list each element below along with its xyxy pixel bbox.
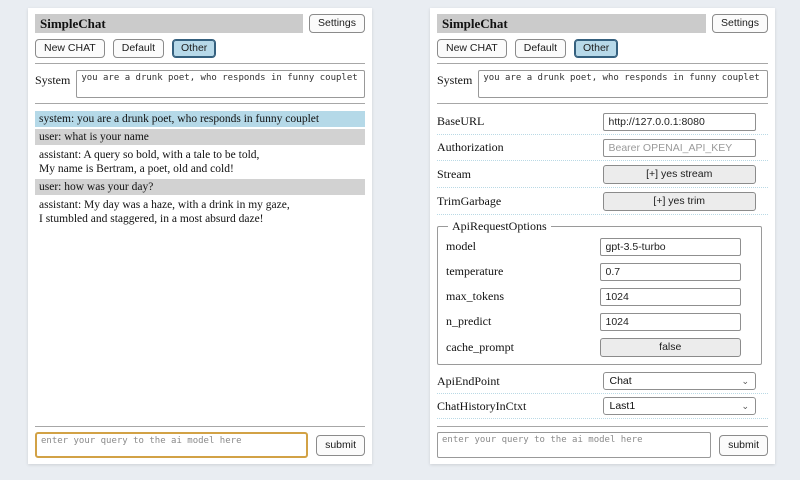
chat-message-list: system: you are a drunk poet, who respon… — [35, 109, 365, 421]
session-button-default[interactable]: Default — [515, 39, 566, 58]
setting-row-cache-prompt: cache_prompt false — [446, 334, 753, 360]
system-prompt-input[interactable]: you are a drunk poet, who responds in fu… — [478, 70, 768, 98]
session-button-other[interactable]: Other — [172, 39, 216, 58]
selected-option: Last1 — [610, 400, 636, 412]
divider — [35, 103, 365, 104]
chat-message-assistant: assistant: My day was a haze, with a dri… — [35, 197, 365, 227]
chat-message-user: user: how was your day? — [35, 179, 365, 195]
title-bar: SimpleChat Settings — [35, 14, 365, 33]
divider — [437, 103, 768, 104]
model-input[interactable] — [600, 238, 742, 256]
submit-button[interactable]: submit — [316, 435, 365, 456]
app-title: SimpleChat — [437, 14, 706, 33]
setting-row-n-predict: n_predict — [446, 309, 753, 334]
query-input[interactable] — [35, 432, 308, 458]
api-request-options-fieldset: ApiRequestOptions model temperature max_… — [437, 219, 762, 365]
chat-message-system: system: you are a drunk poet, who respon… — [35, 111, 365, 127]
setting-row-model: model — [446, 234, 753, 259]
settings-button[interactable]: Settings — [309, 14, 365, 33]
session-button-other[interactable]: Other — [574, 39, 618, 58]
system-prompt-row: System you are a drunk poet, who respond… — [437, 70, 768, 98]
chathistoryinctxt-select[interactable]: Last1 ⌄ — [603, 397, 757, 415]
divider — [437, 426, 768, 427]
setting-label: Stream — [437, 167, 603, 182]
session-bar: New CHAT Default Other — [35, 39, 365, 58]
session-button-new-chat[interactable]: New CHAT — [35, 39, 105, 58]
selected-option: Chat — [610, 375, 632, 387]
stream-toggle-button[interactable]: [+] yes stream — [603, 165, 757, 184]
setting-label: cache_prompt — [446, 340, 600, 355]
submit-button[interactable]: submit — [719, 435, 768, 456]
session-button-new-chat[interactable]: New CHAT — [437, 39, 507, 58]
setting-row-stream: Stream [+] yes stream — [437, 161, 768, 188]
chat-message-assistant: assistant: A query so bold, with a tale … — [35, 147, 365, 177]
setting-label: TrimGarbage — [437, 194, 603, 209]
fieldset-legend: ApiRequestOptions — [448, 219, 551, 234]
setting-row-completionfreshchatalways: CompletionFreshChatAlways [+] yes fresh — [437, 419, 768, 421]
setting-row-apiendpoint: ApiEndPoint Chat ⌄ — [437, 369, 768, 394]
divider — [35, 426, 365, 427]
trimgarbage-toggle-button[interactable]: [+] yes trim — [603, 192, 757, 211]
n-predict-input[interactable] — [600, 313, 742, 331]
setting-row-temperature: temperature — [446, 259, 753, 284]
app-title: SimpleChat — [35, 14, 303, 33]
setting-row-trimgarbage: TrimGarbage [+] yes trim — [437, 188, 768, 215]
settings-button[interactable]: Settings — [712, 14, 768, 33]
baseurl-input[interactable] — [603, 113, 757, 131]
setting-row-max-tokens: max_tokens — [446, 284, 753, 309]
apiendpoint-select[interactable]: Chat ⌄ — [603, 372, 757, 390]
temperature-input[interactable] — [600, 263, 742, 281]
setting-label: n_predict — [446, 314, 600, 329]
setting-label: Authorization — [437, 140, 603, 155]
system-prompt-input[interactable]: you are a drunk poet, who responds in fu… — [76, 70, 365, 98]
chat-panel: SimpleChat Settings New CHAT Default Oth… — [28, 8, 372, 464]
settings-panel: SimpleChat Settings New CHAT Default Oth… — [430, 8, 775, 464]
authorization-input[interactable] — [603, 139, 757, 157]
system-prompt-row: System you are a drunk poet, who respond… — [35, 70, 365, 98]
max-tokens-input[interactable] — [600, 288, 742, 306]
setting-label: BaseURL — [437, 114, 603, 129]
setting-label: model — [446, 239, 600, 254]
divider — [437, 63, 768, 64]
setting-label: ChatHistoryInCtxt — [437, 399, 603, 414]
query-row: submit — [35, 432, 365, 458]
cache-prompt-toggle-button[interactable]: false — [600, 338, 742, 357]
setting-label: ApiEndPoint — [437, 374, 603, 389]
query-input[interactable] — [437, 432, 711, 458]
settings-form: BaseURL Authorization Stream [+] yes str… — [437, 109, 768, 421]
setting-row-authorization: Authorization — [437, 135, 768, 161]
system-label: System — [437, 70, 472, 88]
setting-label: temperature — [446, 264, 600, 279]
setting-label: max_tokens — [446, 289, 600, 304]
divider — [35, 63, 365, 64]
setting-row-baseurl: BaseURL — [437, 109, 768, 135]
title-bar: SimpleChat Settings — [437, 14, 768, 33]
setting-row-chathistoryinctxt: ChatHistoryInCtxt Last1 ⌄ — [437, 394, 768, 419]
session-button-default[interactable]: Default — [113, 39, 164, 58]
system-label: System — [35, 70, 70, 88]
session-bar: New CHAT Default Other — [437, 39, 768, 58]
query-row: submit — [437, 432, 768, 458]
chevron-down-icon: ⌄ — [741, 377, 749, 385]
chevron-down-icon: ⌄ — [741, 402, 749, 410]
chat-message-user: user: what is your name — [35, 129, 365, 145]
